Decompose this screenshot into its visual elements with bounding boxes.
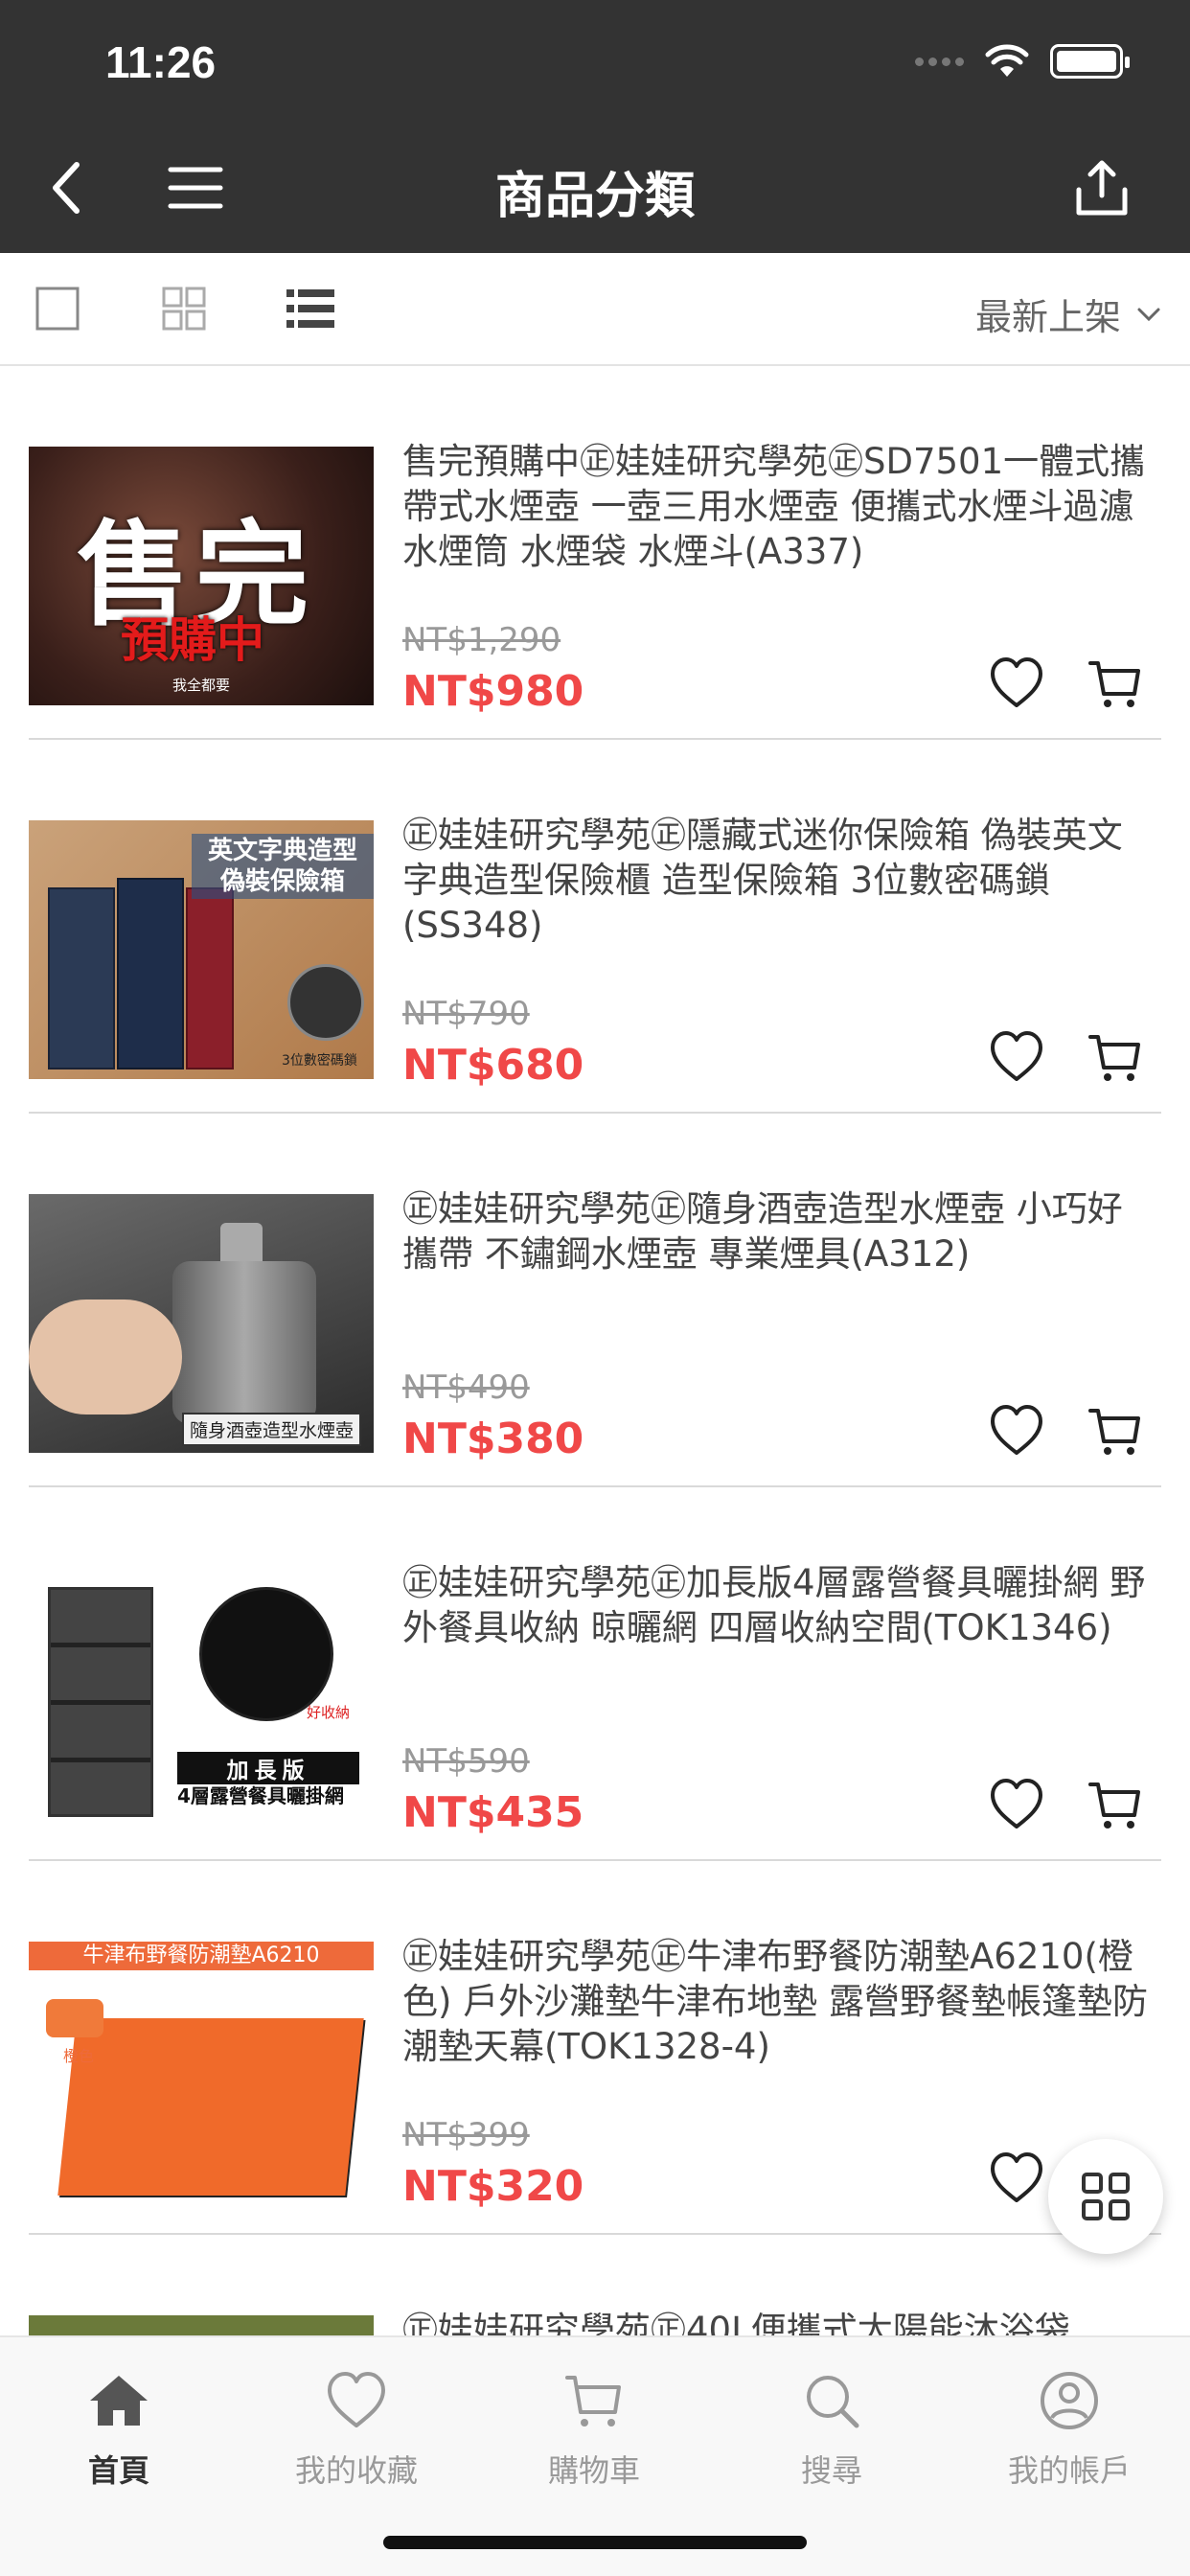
- tab-label: 我的帳戶: [1007, 2452, 1131, 2489]
- tab-label: 首頁: [87, 2452, 149, 2489]
- original-price: NT$1,290: [402, 621, 561, 659]
- thumb-tag: 3位數密碼鎖: [282, 1053, 357, 1069]
- add-to-cart-icon[interactable]: [1087, 1777, 1144, 1834]
- account-icon: [1041, 2372, 1098, 2429]
- thumb-caption: 我全都要: [172, 677, 231, 694]
- view-toolbar: 最新上架: [0, 253, 1190, 366]
- square-icon: [35, 287, 80, 331]
- view-grid-button[interactable]: [157, 282, 211, 335]
- product-image[interactable]: 隨身酒壺造型水煙壺: [29, 1194, 374, 1453]
- thumb-caption: 隨身酒壺造型水煙壺: [182, 1413, 362, 1446]
- sale-price: NT$980: [402, 667, 584, 716]
- product-image[interactable]: 英文字典造型 偽裝保險箱 3位數密碼鎖: [29, 820, 374, 1079]
- search-icon: [807, 2376, 859, 2428]
- sale-price: NT$320: [402, 2162, 584, 2211]
- product-name[interactable]: 售完預購中㊣娃娃研究學苑㊣SD7501一體式攜帶式水煙壺 一壺三用水煙壺 便攜式…: [402, 439, 1150, 574]
- cart-icon: [565, 2376, 621, 2426]
- share-button[interactable]: [1064, 150, 1140, 226]
- sort-dropdown[interactable]: 最新上架: [975, 288, 1161, 340]
- product-name[interactable]: ㊣娃娃研究學苑㊣隨身酒壺造型水煙壺 小巧好攜帶 不鏽鋼水煙壺 專業煙具(A312…: [402, 1186, 1150, 1276]
- original-price: NT$399: [402, 2116, 530, 2154]
- thumb-caption: 4層露營餐具曬掛網: [177, 1784, 344, 1807]
- thumb-banner: 牛津布野餐防潮墊A6210: [29, 1942, 374, 1970]
- favorite-heart-icon[interactable]: [987, 1401, 1046, 1460]
- tab-account[interactable]: 我的帳戶: [950, 2366, 1188, 2491]
- product-item[interactable]: 售完 預購中 我全都要 售完預購中㊣娃娃研究學苑㊣SD7501一體式攜帶式水煙壺…: [0, 366, 1190, 740]
- product-name[interactable]: ㊣娃娃研究學苑㊣牛津布野餐防潮墊A6210(橙色) 戶外沙灘墊牛津布地墊 露營野…: [402, 1934, 1150, 2069]
- category-grid-button[interactable]: [1048, 2139, 1163, 2254]
- thumb-version-text: 加長版: [177, 1752, 359, 1784]
- tab-label: 我的收藏: [294, 2452, 418, 2489]
- grid-icon: [162, 287, 206, 331]
- product-image[interactable]: 售完 預購中 我全都要: [29, 447, 374, 705]
- sort-label: 最新上架: [974, 296, 1121, 338]
- tab-home[interactable]: 首頁: [0, 2366, 238, 2491]
- favorite-heart-icon[interactable]: [987, 654, 1046, 713]
- thumb-preorder-text: 預購中: [121, 612, 264, 668]
- home-indicator: [383, 2536, 807, 2549]
- sale-price: NT$680: [402, 1041, 584, 1090]
- view-list-button[interactable]: [284, 282, 337, 335]
- status-time: 11:26: [105, 37, 217, 87]
- signal-icon: [915, 57, 964, 66]
- status-icons: [915, 44, 1130, 79]
- tab-cart[interactable]: 購物車: [475, 2366, 713, 2491]
- product-item[interactable]: 牛津布野餐防潮墊A6210 橙色 ㊣娃娃研究學苑㊣牛津布野餐防潮墊A6210(橙…: [0, 1861, 1190, 2235]
- tab-label: 搜尋: [800, 2452, 862, 2489]
- tab-favorites[interactable]: 我的收藏: [238, 2366, 475, 2491]
- original-price: NT$590: [402, 1742, 530, 1781]
- heart-icon: [328, 2372, 385, 2427]
- chevron-down-icon: [1137, 308, 1160, 321]
- product-name[interactable]: ㊣娃娃研究學苑㊣加長版4層露營餐具曬掛網 野外餐具收納 晾曬網 四層收納空間(T…: [402, 1560, 1150, 1650]
- sale-price: NT$435: [402, 1788, 584, 1837]
- product-name[interactable]: ㊣娃娃研究學苑㊣隱藏式迷你保險箱 偽裝英文字典造型保險櫃 造型保險箱 3位數密碼…: [402, 813, 1150, 948]
- wifi-icon: [985, 44, 1029, 77]
- product-item[interactable]: 隨身酒壺造型水煙壺 ㊣娃娃研究學苑㊣隨身酒壺造型水煙壺 小巧好攜帶 不鏽鋼水煙壺…: [0, 1114, 1190, 1487]
- page-title: 商品分類: [494, 168, 695, 225]
- product-item[interactable]: 好收納 加長版 4層露營餐具曬掛網 ㊣娃娃研究學苑㊣加長版4層露營餐具曬掛網 野…: [0, 1487, 1190, 1861]
- thumb-good-text: 好收納: [307, 1704, 351, 1721]
- product-image[interactable]: 好收納 加長版 4層露營餐具曬掛網: [29, 1568, 374, 1827]
- grid-icon: [1082, 2173, 1130, 2220]
- thumb-color-label: 橙色: [63, 2047, 95, 2065]
- home-icon: [90, 2376, 148, 2426]
- battery-icon: [1050, 44, 1130, 79]
- favorite-heart-icon[interactable]: [987, 1775, 1046, 1834]
- sale-price: NT$380: [402, 1414, 584, 1463]
- add-to-cart-icon[interactable]: [1087, 656, 1144, 713]
- list-icon: [286, 289, 334, 328]
- add-to-cart-icon[interactable]: [1087, 1403, 1144, 1460]
- add-to-cart-icon[interactable]: [1087, 1029, 1144, 1087]
- view-single-button[interactable]: [31, 282, 84, 335]
- product-image[interactable]: 牛津布野餐防潮墊A6210 橙色: [29, 1942, 374, 2200]
- original-price: NT$490: [402, 1368, 530, 1407]
- tab-search[interactable]: 搜尋: [713, 2366, 950, 2491]
- favorite-heart-icon[interactable]: [987, 2149, 1046, 2208]
- favorite-heart-icon[interactable]: [987, 1027, 1046, 1087]
- header: 11:26 商品分類: [0, 0, 1190, 253]
- tab-label: 購物車: [547, 2452, 640, 2489]
- product-item[interactable]: 英文字典造型 偽裝保險箱 3位數密碼鎖 ㊣娃娃研究學苑㊣隱藏式迷你保險箱 偽裝英…: [0, 740, 1190, 1114]
- share-icon: [1076, 160, 1128, 216]
- original-price: NT$790: [402, 995, 530, 1033]
- thumb-caption: 英文字典造型 偽裝保險箱: [192, 834, 374, 899]
